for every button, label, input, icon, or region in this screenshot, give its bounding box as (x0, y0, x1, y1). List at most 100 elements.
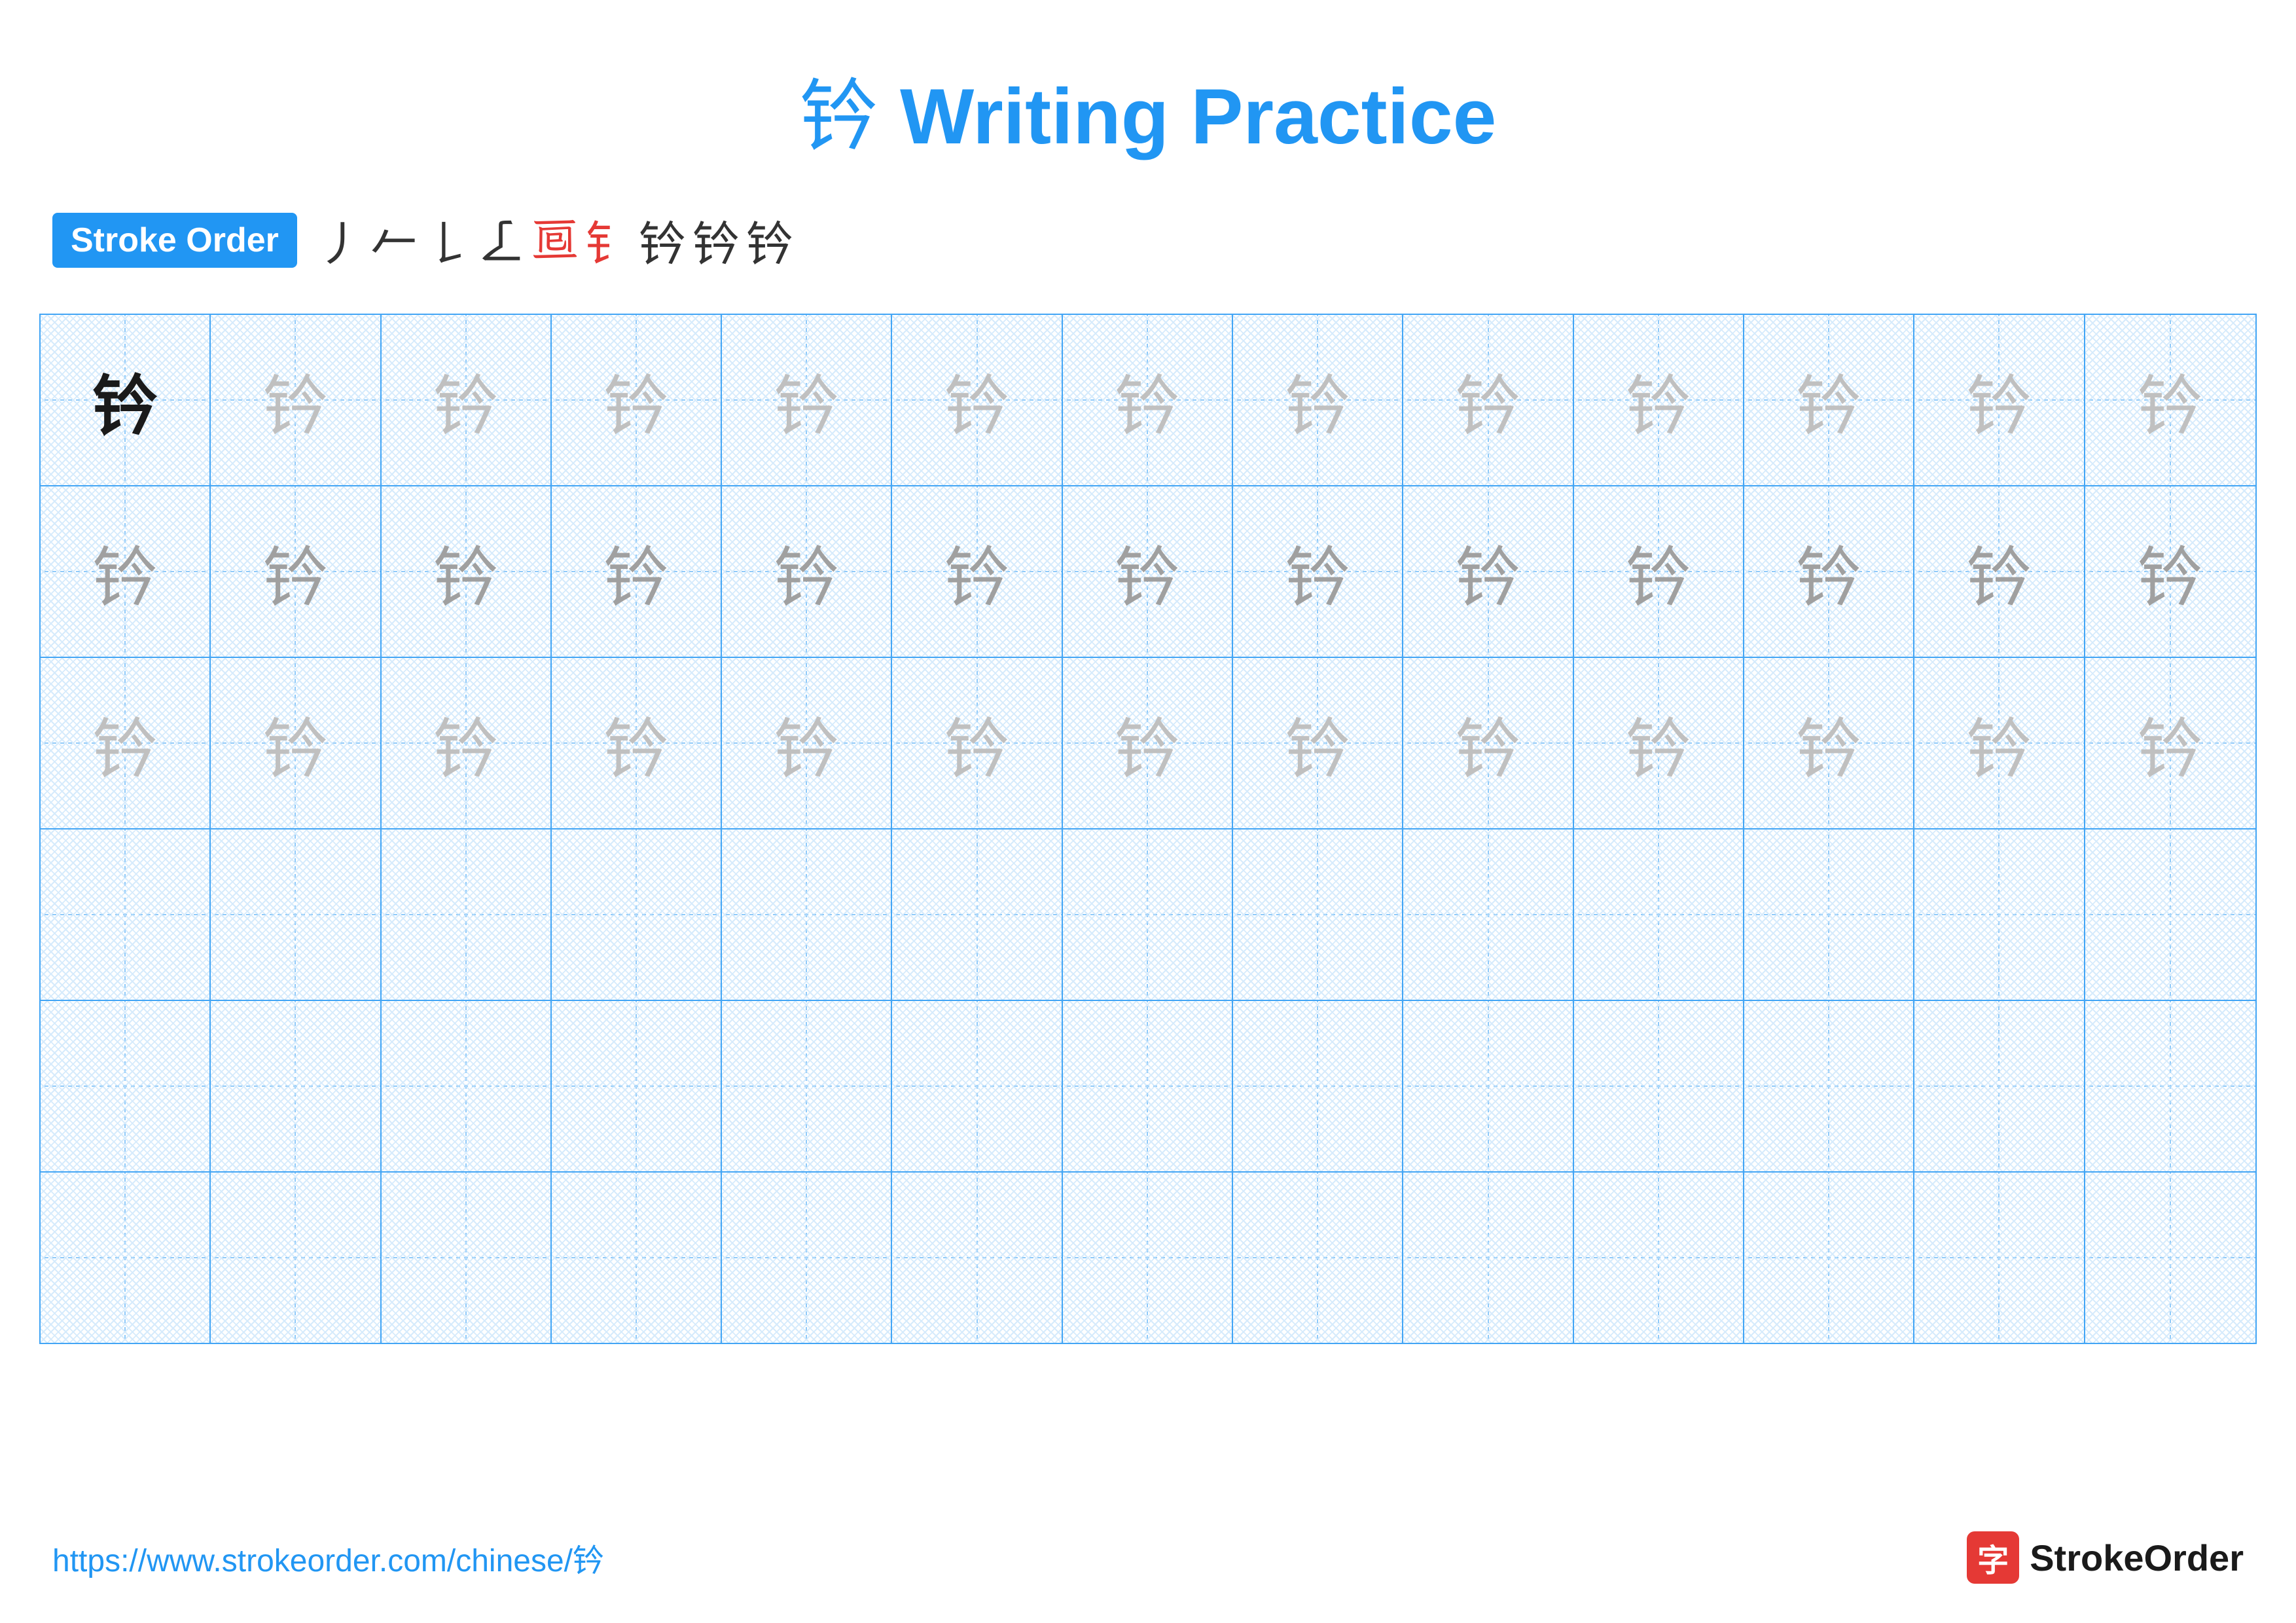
grid-cell-r4-c5[interactable] (722, 830, 892, 1000)
grid-row-5 (41, 1001, 2255, 1173)
grid-cell-r3-c3[interactable]: 钤 (382, 658, 552, 828)
grid-cell-r6-c7[interactable] (1063, 1173, 1233, 1343)
practice-char: 钤 (262, 696, 328, 791)
grid-cell-r6-c10[interactable] (1574, 1173, 1744, 1343)
practice-char: 钤 (92, 353, 158, 448)
grid-cell-r3-c4[interactable]: 钤 (552, 658, 722, 828)
grid-cell-r4-c12[interactable] (1914, 830, 2085, 1000)
grid-cell-r2-c8[interactable]: 钤 (1233, 486, 1403, 657)
grid-cell-r1-c7[interactable]: 钤 (1063, 315, 1233, 485)
grid-cell-r6-c3[interactable] (382, 1173, 552, 1343)
grid-row-4 (41, 830, 2255, 1001)
grid-cell-r3-c5[interactable]: 钤 (722, 658, 892, 828)
practice-char: 钤 (92, 696, 158, 791)
grid-cell-r3-c2[interactable]: 钤 (211, 658, 381, 828)
grid-cell-r5-c12[interactable] (1914, 1001, 2085, 1171)
grid-cell-r6-c12[interactable] (1914, 1173, 2085, 1343)
grid-cell-r2-c4[interactable]: 钤 (552, 486, 722, 657)
grid-cell-r5-c11[interactable] (1744, 1001, 1914, 1171)
grid-cell-r6-c6[interactable] (892, 1173, 1062, 1343)
grid-cell-r3-c9[interactable]: 钤 (1403, 658, 1573, 828)
grid-cell-r5-c3[interactable] (382, 1001, 552, 1171)
grid-cell-r4-c10[interactable] (1574, 830, 1744, 1000)
grid-cell-r2-c12[interactable]: 钤 (1914, 486, 2085, 657)
grid-cell-r4-c7[interactable] (1063, 830, 1233, 1000)
practice-char: 钤 (603, 696, 669, 791)
grid-cell-r2-c3[interactable]: 钤 (382, 486, 552, 657)
grid-cell-r6-c8[interactable] (1233, 1173, 1403, 1343)
grid-cell-r5-c8[interactable] (1233, 1001, 1403, 1171)
grid-cell-r3-c12[interactable]: 钤 (1914, 658, 2085, 828)
grid-cell-r1-c8[interactable]: 钤 (1233, 315, 1403, 485)
grid-cell-r4-c1[interactable] (41, 830, 211, 1000)
grid-cell-r6-c2[interactable] (211, 1173, 381, 1343)
grid-cell-r5-c7[interactable] (1063, 1001, 1233, 1171)
grid-cell-r4-c11[interactable] (1744, 830, 1914, 1000)
grid-cell-r2-c1[interactable]: 钤 (41, 486, 211, 657)
footer-url[interactable]: https://www.strokeorder.com/chinese/钤 (52, 1535, 604, 1580)
grid-cell-r1-c6[interactable]: 钤 (892, 315, 1062, 485)
grid-cell-r3-c11[interactable]: 钤 (1744, 658, 1914, 828)
grid-cell-r4-c9[interactable] (1403, 830, 1573, 1000)
grid-cell-r2-c2[interactable]: 钤 (211, 486, 381, 657)
stroke-order-badge: Stroke Order (52, 213, 297, 268)
grid-cell-r5-c6[interactable] (892, 1001, 1062, 1171)
grid-cell-r5-c10[interactable] (1574, 1001, 1744, 1171)
grid-cell-r1-c9[interactable]: 钤 (1403, 315, 1573, 485)
grid-cell-r4-c8[interactable] (1233, 830, 1403, 1000)
grid-cell-r1-c11[interactable]: 钤 (1744, 315, 1914, 485)
practice-char: 钤 (1626, 524, 1691, 619)
practice-char: 钤 (603, 524, 669, 619)
grid-cell-r2-c13[interactable]: 钤 (2085, 486, 2255, 657)
grid-cell-r1-c12[interactable]: 钤 (1914, 315, 2085, 485)
grid-cell-r3-c7[interactable]: 钤 (1063, 658, 1233, 828)
grid-cell-r3-c6[interactable]: 钤 (892, 658, 1062, 828)
grid-cell-r4-c13[interactable] (2085, 830, 2255, 1000)
grid-row-1: 钤 钤 钤 钤 钤 钤 钤 钤 钤 钤 钤 钤 钤 (41, 315, 2255, 486)
stroke-5: 𠄢 (531, 213, 579, 268)
grid-cell-r2-c11[interactable]: 钤 (1744, 486, 1914, 657)
grid-cell-r1-c1[interactable]: 钤 (41, 315, 211, 485)
grid-cell-r2-c5[interactable]: 钤 (722, 486, 892, 657)
grid-cell-r2-c9[interactable]: 钤 (1403, 486, 1573, 657)
grid-cell-r1-c2[interactable]: 钤 (211, 315, 381, 485)
grid-cell-r5-c4[interactable] (552, 1001, 722, 1171)
grid-cell-r4-c3[interactable] (382, 830, 552, 1000)
grid-cell-r5-c9[interactable] (1403, 1001, 1573, 1171)
practice-char: 钤 (1456, 524, 1521, 619)
grid-cell-r2-c7[interactable]: 钤 (1063, 486, 1233, 657)
logo-icon: 字 (1967, 1531, 2019, 1584)
stroke-8: 钤 (692, 206, 740, 274)
grid-cell-r2-c6[interactable]: 钤 (892, 486, 1062, 657)
grid-cell-r4-c6[interactable] (892, 830, 1062, 1000)
grid-cell-r1-c5[interactable]: 钤 (722, 315, 892, 485)
grid-cell-r6-c4[interactable] (552, 1173, 722, 1343)
stroke-3: 𠄌 (424, 206, 471, 274)
grid-cell-r3-c13[interactable]: 钤 (2085, 658, 2255, 828)
grid-cell-r3-c8[interactable]: 钤 (1233, 658, 1403, 828)
grid-cell-r6-c1[interactable] (41, 1173, 211, 1343)
grid-cell-r1-c13[interactable]: 钤 (2085, 315, 2255, 485)
stroke-order-section: Stroke Order 丿 𠂉 𠄌 𠄏 𠄢 钅 钤 钤 钤 (0, 192, 2296, 287)
grid-cell-r6-c9[interactable] (1403, 1173, 1573, 1343)
grid-cell-r4-c2[interactable] (211, 830, 381, 1000)
grid-cell-r2-c10[interactable]: 钤 (1574, 486, 1744, 657)
grid-cell-r3-c10[interactable]: 钤 (1574, 658, 1744, 828)
grid-cell-r5-c13[interactable] (2085, 1001, 2255, 1171)
practice-char: 钤 (1796, 353, 1861, 448)
grid-cell-r6-c11[interactable] (1744, 1173, 1914, 1343)
practice-char: 钤 (2138, 524, 2203, 619)
grid-cell-r4-c4[interactable] (552, 830, 722, 1000)
grid-cell-r5-c5[interactable] (722, 1001, 892, 1171)
practice-char: 钤 (1115, 353, 1180, 448)
practice-char: 钤 (774, 696, 839, 791)
grid-cell-r6-c13[interactable] (2085, 1173, 2255, 1343)
grid-cell-r6-c5[interactable] (722, 1173, 892, 1343)
grid-cell-r3-c1[interactable]: 钤 (41, 658, 211, 828)
grid-cell-r5-c1[interactable] (41, 1001, 211, 1171)
grid-cell-r1-c3[interactable]: 钤 (382, 315, 552, 485)
practice-char: 钤 (1796, 696, 1861, 791)
grid-cell-r1-c4[interactable]: 钤 (552, 315, 722, 485)
grid-cell-r5-c2[interactable] (211, 1001, 381, 1171)
grid-cell-r1-c10[interactable]: 钤 (1574, 315, 1744, 485)
